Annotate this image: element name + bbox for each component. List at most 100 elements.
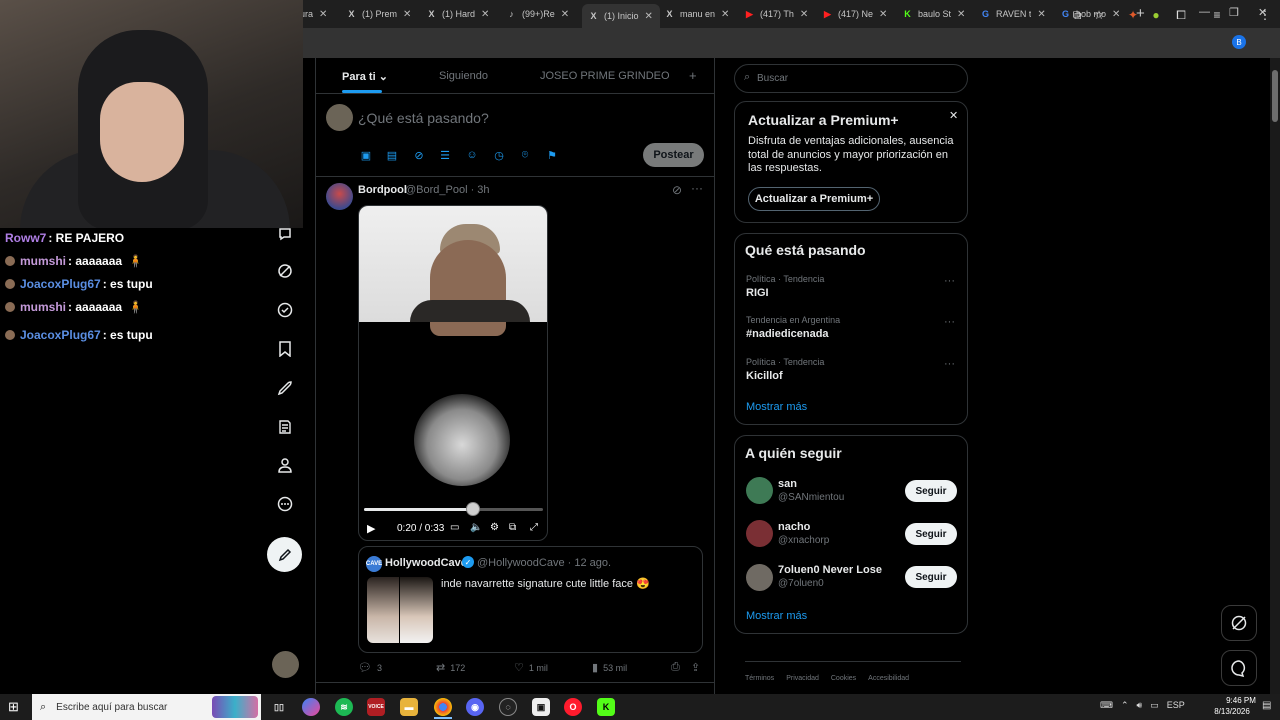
close-icon[interactable]: ✕: [949, 109, 958, 122]
opera-gx-icon[interactable]: O: [564, 698, 582, 716]
follow-button[interactable]: Seguir: [905, 480, 957, 502]
tab-list[interactable]: JOSEO PRIME GRINDEO: [540, 70, 670, 82]
tweet-author-name[interactable]: Bordpool: [358, 184, 407, 196]
browser-tab[interactable]: ▶ (417) Ne ✕: [822, 4, 900, 24]
task-view-icon[interactable]: ▯▯: [270, 698, 288, 716]
grok-float-button[interactable]: [1221, 605, 1257, 641]
spotify-icon[interactable]: ≋: [335, 698, 353, 716]
more-options-icon[interactable]: ···: [944, 316, 955, 328]
more-options-icon[interactable]: ···: [944, 275, 955, 287]
emoji-icon[interactable]: ☺: [464, 147, 480, 163]
schedule-icon[interactable]: ◷: [491, 147, 507, 163]
network-icon[interactable]: ▭: [1150, 700, 1159, 711]
close-tab-icon[interactable]: ✕: [721, 9, 729, 20]
browser-tab[interactable]: X (1) Prem ✕: [346, 4, 424, 24]
quoted-author-avatar[interactable]: CAVE: [366, 556, 382, 572]
grok-icon[interactable]: ⊘: [411, 147, 427, 163]
user-name[interactable]: nacho: [778, 521, 810, 533]
gif-icon[interactable]: ▤: [384, 147, 400, 163]
tab-siguiendo[interactable]: Siguiendo: [439, 70, 488, 82]
app-icon[interactable]: ▣: [532, 698, 550, 716]
chrome-menu-icon[interactable]: ⋮: [1257, 7, 1273, 23]
captions-icon[interactable]: ▭: [450, 522, 459, 533]
extension-icon[interactable]: ✦: [1125, 7, 1141, 23]
bookmark-icon[interactable]: [276, 340, 294, 358]
page-scrollbar[interactable]: [1270, 58, 1280, 694]
user-avatar[interactable]: [746, 477, 773, 504]
windows-start-icon[interactable]: ⊞: [8, 699, 19, 715]
browser-tab[interactable]: ura ✕: [300, 4, 342, 24]
share-button[interactable]: ⇪: [691, 661, 700, 674]
more-options-icon[interactable]: ···: [944, 358, 955, 370]
trends-show-more-link[interactable]: Mostrar más: [746, 401, 807, 413]
footer-link[interactable]: Cookies: [831, 675, 856, 682]
settings-gear-icon[interactable]: ⚙: [490, 522, 499, 533]
quoted-author-name[interactable]: HollywoodCave: [385, 557, 467, 569]
play-icon[interactable]: ▶: [367, 522, 375, 535]
voicemod-icon[interactable]: VOICE: [367, 698, 385, 716]
chrome-icon[interactable]: [434, 698, 452, 716]
volume-icon[interactable]: 🔈: [470, 522, 482, 533]
extension-icon[interactable]: ●: [1148, 7, 1164, 23]
bookmark-button[interactable]: ⎙: [671, 661, 680, 674]
tweet-author-avatar[interactable]: [326, 183, 353, 210]
premium-upgrade-button[interactable]: Actualizar a Premium+: [748, 187, 880, 211]
repost-button[interactable]: ⇄ 172: [436, 661, 465, 674]
browser-tab[interactable]: X manu en ✕: [664, 4, 742, 24]
close-tab-icon[interactable]: ✕: [403, 9, 411, 20]
compose-post-button[interactable]: [267, 537, 302, 572]
close-tab-icon[interactable]: ✕: [957, 9, 965, 20]
browser-tab-active[interactable]: X (1) Inicio ✕: [582, 4, 660, 28]
messages-icon[interactable]: [276, 225, 294, 243]
tab-para-ti[interactable]: Para ti ⌄: [342, 70, 388, 83]
footer-link[interactable]: Accesibilidad: [868, 675, 909, 682]
maximize-button[interactable]: ❐: [1229, 6, 1239, 19]
discord-icon[interactable]: ◉: [466, 698, 484, 716]
more-options-icon[interactable]: ···: [691, 181, 703, 195]
close-tab-icon[interactable]: ✕: [561, 9, 569, 20]
close-tab-icon[interactable]: ✕: [879, 9, 887, 20]
close-tab-icon[interactable]: ✕: [645, 11, 653, 22]
reply-button[interactable]: 💬︎ 3: [358, 661, 382, 674]
clock-date[interactable]: 8/13/2026: [1206, 707, 1258, 716]
trend-item[interactable]: RIGI: [746, 287, 769, 299]
pip-icon[interactable]: ⧉: [509, 522, 516, 533]
quoted-author-handle[interactable]: @HollywoodCave · 12 ago.: [477, 557, 611, 569]
follow-button[interactable]: Seguir: [905, 523, 957, 545]
location-icon[interactable]: ⌾: [517, 147, 533, 163]
search-input[interactable]: Buscar: [757, 73, 788, 84]
user-name[interactable]: san: [778, 478, 797, 490]
close-tab-icon[interactable]: ✕: [800, 9, 808, 20]
language-indicator[interactable]: ESP: [1167, 700, 1185, 711]
footer-link[interactable]: Términos: [745, 675, 774, 682]
search-highlight-image[interactable]: [212, 696, 258, 718]
compose-input[interactable]: ¿Qué está pasando?: [358, 110, 489, 126]
clock-time[interactable]: 9:46 PM: [1226, 696, 1256, 705]
browser-tab[interactable]: ♪ (99+)Re ✕: [506, 4, 578, 24]
user-name[interactable]: 7oluen0 Never Lose: [778, 564, 882, 576]
trend-item[interactable]: Kicillof: [746, 370, 783, 382]
views-button[interactable]: ▮ 53 mil: [592, 661, 627, 674]
verified-orgs-icon[interactable]: [276, 301, 294, 319]
messages-float-button[interactable]: [1221, 650, 1257, 686]
browser-tab[interactable]: ▶ (417) Th ✕: [744, 4, 822, 24]
copilot-icon[interactable]: [302, 698, 320, 716]
browser-tab[interactable]: X (1) Hard ✕: [426, 4, 504, 24]
post-button[interactable]: Postear: [643, 143, 704, 167]
follow-button[interactable]: Seguir: [905, 566, 957, 588]
close-tab-icon[interactable]: ✕: [481, 9, 489, 20]
media-icon[interactable]: ▣: [358, 147, 374, 163]
close-tab-icon[interactable]: ✕: [1112, 9, 1120, 20]
extensions-puzzle-icon[interactable]: ⧠: [1173, 7, 1189, 23]
articles-icon[interactable]: [276, 418, 294, 436]
grok-icon[interactable]: [276, 262, 294, 280]
volume-icon[interactable]: 🔊︎: [1137, 700, 1143, 711]
user-avatar[interactable]: [746, 520, 773, 547]
tweet-author-handle[interactable]: @Bord_Pool · 3h: [405, 184, 490, 196]
close-tab-icon[interactable]: ✕: [319, 9, 327, 20]
account-avatar[interactable]: [272, 651, 299, 678]
media-control-icon[interactable]: ≡: [1209, 7, 1225, 23]
close-tab-icon[interactable]: ✕: [1037, 9, 1045, 20]
rocket-icon[interactable]: [276, 379, 294, 397]
profile-icon[interactable]: [276, 456, 294, 474]
